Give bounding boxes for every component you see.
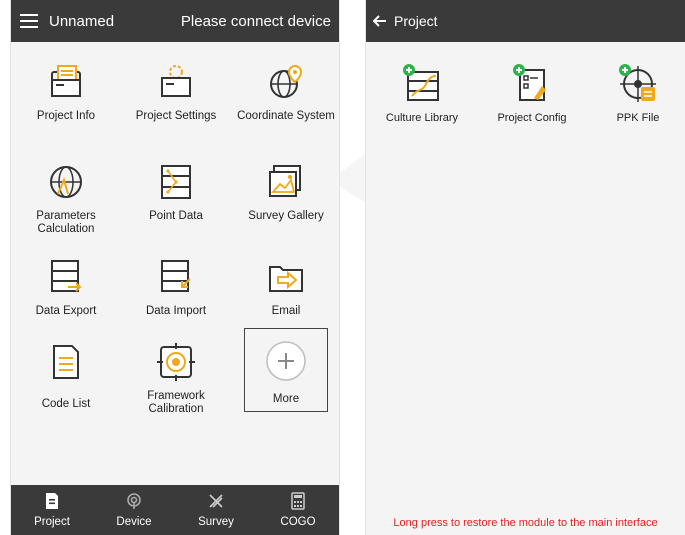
back-arrow-icon[interactable] bbox=[366, 0, 394, 42]
nav-label: Survey bbox=[198, 516, 234, 528]
target-calibration-icon bbox=[157, 343, 195, 381]
cogo-icon bbox=[291, 492, 305, 510]
plus-circle-icon bbox=[266, 341, 306, 381]
email-folder-icon bbox=[269, 266, 303, 292]
project-config-icon bbox=[513, 64, 546, 101]
tile-project-config[interactable]: Project Config bbox=[482, 62, 582, 142]
tile-label: Framework Calibration bbox=[147, 390, 205, 415]
import-icon bbox=[161, 260, 191, 292]
ppk-file-icon bbox=[619, 64, 656, 102]
tile-label: Project Info bbox=[36, 110, 96, 122]
bottom-nav: Project Device Survey COGO bbox=[11, 485, 339, 535]
tile-label: Code List bbox=[41, 398, 91, 410]
tile-survey-gallery[interactable]: Survey Gallery bbox=[231, 152, 339, 238]
export-icon bbox=[51, 260, 82, 292]
nav-device[interactable]: Device bbox=[93, 485, 175, 535]
survey-icon bbox=[209, 494, 223, 508]
globe-compass-icon bbox=[50, 166, 82, 198]
project-more-screen: Project Culture Library Project Config P… bbox=[365, 0, 685, 535]
tile-label: Parameters Calculation bbox=[36, 210, 96, 235]
tile-coordinate-system[interactable]: Coordinate System bbox=[231, 52, 339, 138]
tile-parameters-calculation[interactable]: Parameters Calculation bbox=[11, 152, 121, 238]
tile-label: Culture Library bbox=[385, 112, 459, 124]
menu-icon[interactable] bbox=[11, 0, 47, 42]
tile-label: Survey Gallery bbox=[248, 210, 324, 222]
tile-label: Point Data bbox=[149, 210, 203, 222]
database-icon bbox=[161, 165, 191, 199]
nav-label: Project bbox=[34, 516, 70, 528]
tile-framework-calibration[interactable]: Framework Calibration bbox=[121, 332, 231, 418]
project-icon bbox=[46, 493, 58, 509]
tile-code-list[interactable]: Code List bbox=[11, 332, 121, 418]
tile-data-export[interactable]: Data Export bbox=[11, 247, 121, 333]
tile-project-info[interactable]: Project Info bbox=[11, 52, 121, 138]
tile-label: Project Config bbox=[497, 112, 567, 124]
top-bar: Project bbox=[366, 0, 685, 42]
tile-data-import[interactable]: Data Import bbox=[121, 247, 231, 333]
tile-more[interactable]: More bbox=[244, 328, 328, 412]
tile-label: Coordinate System bbox=[237, 110, 335, 122]
tile-culture-library[interactable]: Culture Library bbox=[372, 62, 472, 142]
tile-label: Data Import bbox=[145, 305, 207, 317]
tile-email[interactable]: Email bbox=[231, 247, 339, 333]
tile-ppk-file[interactable]: PPK File bbox=[588, 62, 685, 142]
nav-survey[interactable]: Survey bbox=[175, 485, 257, 535]
folder-doc-icon bbox=[51, 65, 81, 97]
culture-library-icon bbox=[403, 64, 439, 101]
page-title: Project bbox=[394, 13, 438, 29]
nav-label: Device bbox=[116, 516, 152, 528]
tile-project-settings[interactable]: Project Settings bbox=[121, 52, 231, 138]
restore-hint: Long press to restore the module to the … bbox=[393, 517, 658, 529]
tile-label: Email bbox=[271, 305, 301, 317]
nav-label: COGO bbox=[280, 516, 316, 528]
folder-gear-icon bbox=[161, 65, 191, 97]
top-bar: Unnamed Please connect device bbox=[11, 0, 339, 42]
project-screen: Unnamed Please connect device Project In… bbox=[10, 0, 340, 535]
tile-label: Project Settings bbox=[135, 110, 217, 122]
tile-label: PPK File bbox=[616, 112, 660, 124]
device-icon bbox=[127, 493, 141, 509]
tile-label: More bbox=[272, 393, 300, 405]
project-name: Unnamed bbox=[49, 12, 115, 30]
device-status[interactable]: Please connect device bbox=[181, 13, 331, 30]
nav-cogo[interactable]: COGO bbox=[257, 485, 339, 535]
code-list-icon bbox=[53, 345, 79, 379]
tile-point-data[interactable]: Point Data bbox=[121, 152, 231, 238]
globe-pin-icon bbox=[270, 64, 303, 98]
nav-project[interactable]: Project bbox=[11, 485, 93, 535]
gallery-icon bbox=[269, 165, 301, 197]
page: Unnamed Please connect device Project In… bbox=[0, 0, 685, 535]
tile-label: Data Export bbox=[35, 305, 97, 317]
